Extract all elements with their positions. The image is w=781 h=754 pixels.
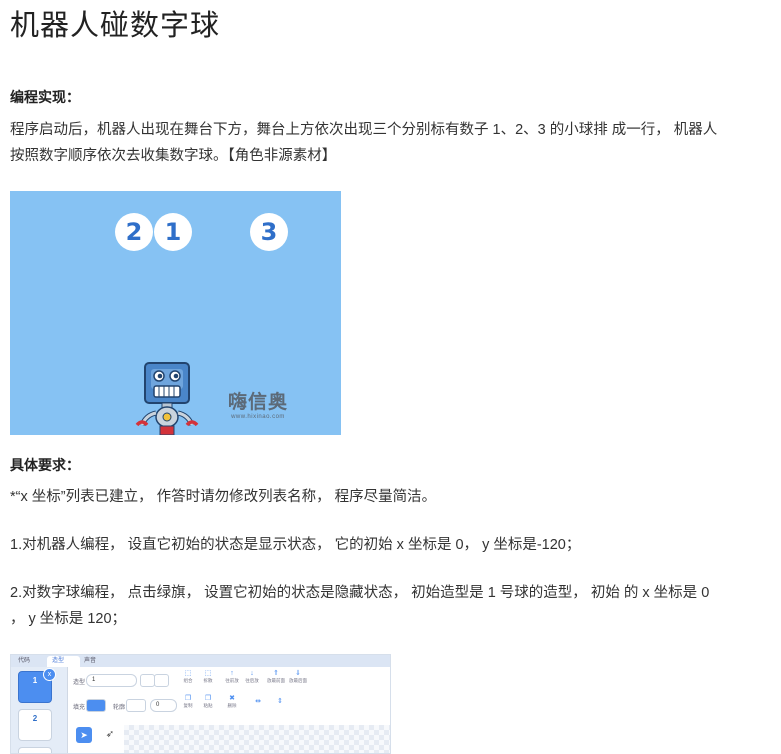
stage-image: 2 1 3 嗨信奥 www.hixinao.com <box>10 191 341 435</box>
fill-color-picker[interactable] <box>86 699 106 712</box>
flip-vertical-button[interactable] <box>154 674 169 687</box>
reshape-tool-icon[interactable]: ➶ <box>102 727 118 743</box>
tab-sounds[interactable]: 声音 <box>79 656 112 667</box>
flip-v-button[interactable]: ⇕ <box>268 698 292 706</box>
requirement-note: *“x 坐标”列表已建立， 作答时请勿修改列表名称， 程序尽量简洁。 <box>10 489 437 505</box>
section-heading-requirements: 具体要求： <box>10 457 80 473</box>
delete-costume-icon[interactable]: x <box>43 668 56 681</box>
delete-button[interactable]: ✖ 删除 <box>220 695 244 709</box>
select-tool-icon[interactable]: ➤ <box>76 727 92 743</box>
paste-icon: ❐ <box>204 695 212 702</box>
requirement-1: 1.对机器人编程， 设直它初始的状态是显示状态， 它的初始 x 坐标是 0， y… <box>10 537 581 553</box>
back-icon: ⇓ <box>295 670 301 677</box>
description-line-1: 程序启动后，机器人出现在舞台下方，舞台上方依次出现三个分别标有数子 1、2、3 … <box>10 122 718 138</box>
paint-editor: 造型 1 填充 轮廓 0 ⬚ 组合 ⬚ 拆散 ↑ 往前放 ↓ 往后放 ⇑ 放最前面 ⇓ 放最… <box>68 667 390 753</box>
costume-item-1[interactable]: 1 x <box>18 668 56 703</box>
requirement-2-line-1: 2.对数字球编程， 点击绿旗， 设置它初始的状态是隐藏状态， 初始造型是 1 号… <box>10 585 710 601</box>
costume-editor-screenshot: 代码 造型 声音 1 x 2 3 造型 1 填充 轮廓 0 ⬚组合 ⬚拆散 ↑往… <box>10 654 391 754</box>
costume-item-2[interactable]: 2 <box>18 709 52 741</box>
costume-name-input[interactable]: 1 <box>86 674 137 687</box>
ungroup-button[interactable]: ⬚ 拆散 <box>196 670 220 684</box>
editor-tab-bar: 代码 造型 声音 <box>11 655 390 667</box>
front-button[interactable]: ⇑ 放最前面 <box>264 670 288 684</box>
costume-list: 1 x 2 3 <box>11 667 68 753</box>
ball-2: 2 <box>115 213 153 251</box>
flip-vertical-icon: ⇕ <box>277 698 283 705</box>
trash-icon: ✖ <box>229 695 235 702</box>
outline-label: 轮廓 <box>113 705 126 711</box>
flip-h-button[interactable]: ⇹ <box>246 698 270 706</box>
tab-costumes[interactable]: 造型 <box>47 656 80 667</box>
watermark-url: www.hixinao.com <box>231 414 285 420</box>
paint-canvas[interactable] <box>124 725 390 753</box>
paste-button[interactable]: ❐ 粘贴 <box>196 695 220 709</box>
watermark-text: 嗨信奥 <box>228 391 289 413</box>
requirement-2-line-2: ， y 坐标是 120； <box>10 611 127 627</box>
section-heading-implementation: 编程实现： <box>10 89 80 105</box>
watermark: 嗨信奥 www.hixinao.com <box>228 387 288 420</box>
tab-code[interactable]: 代码 <box>13 656 48 667</box>
costume-number: 2 <box>32 714 38 723</box>
backward-button[interactable]: ↓ 往后放 <box>240 670 264 684</box>
outline-color-picker[interactable] <box>126 699 146 712</box>
ball-1: 1 <box>154 213 192 251</box>
flip-horizontal-button[interactable] <box>140 674 155 687</box>
back-button[interactable]: ⇓ 放最后面 <box>286 670 310 684</box>
ungroup-icon: ⬚ <box>204 670 212 677</box>
outline-width-input[interactable]: 0 <box>150 699 177 712</box>
costume-item-3[interactable]: 3 <box>18 747 52 753</box>
page-title: 机器人碰数字球 <box>10 10 221 42</box>
fill-label: 填充 <box>73 705 86 711</box>
ball-3: 3 <box>250 213 288 251</box>
robot-sprite <box>135 362 199 435</box>
costume-label: 造型 <box>73 680 86 686</box>
flip-horizontal-icon: ⇹ <box>255 698 261 705</box>
backward-icon: ↓ <box>250 670 254 677</box>
description-line-2: 按照数字顺序依次去收集数字球。【角色非源素材】 <box>10 148 337 164</box>
front-icon: ⇑ <box>273 670 279 677</box>
